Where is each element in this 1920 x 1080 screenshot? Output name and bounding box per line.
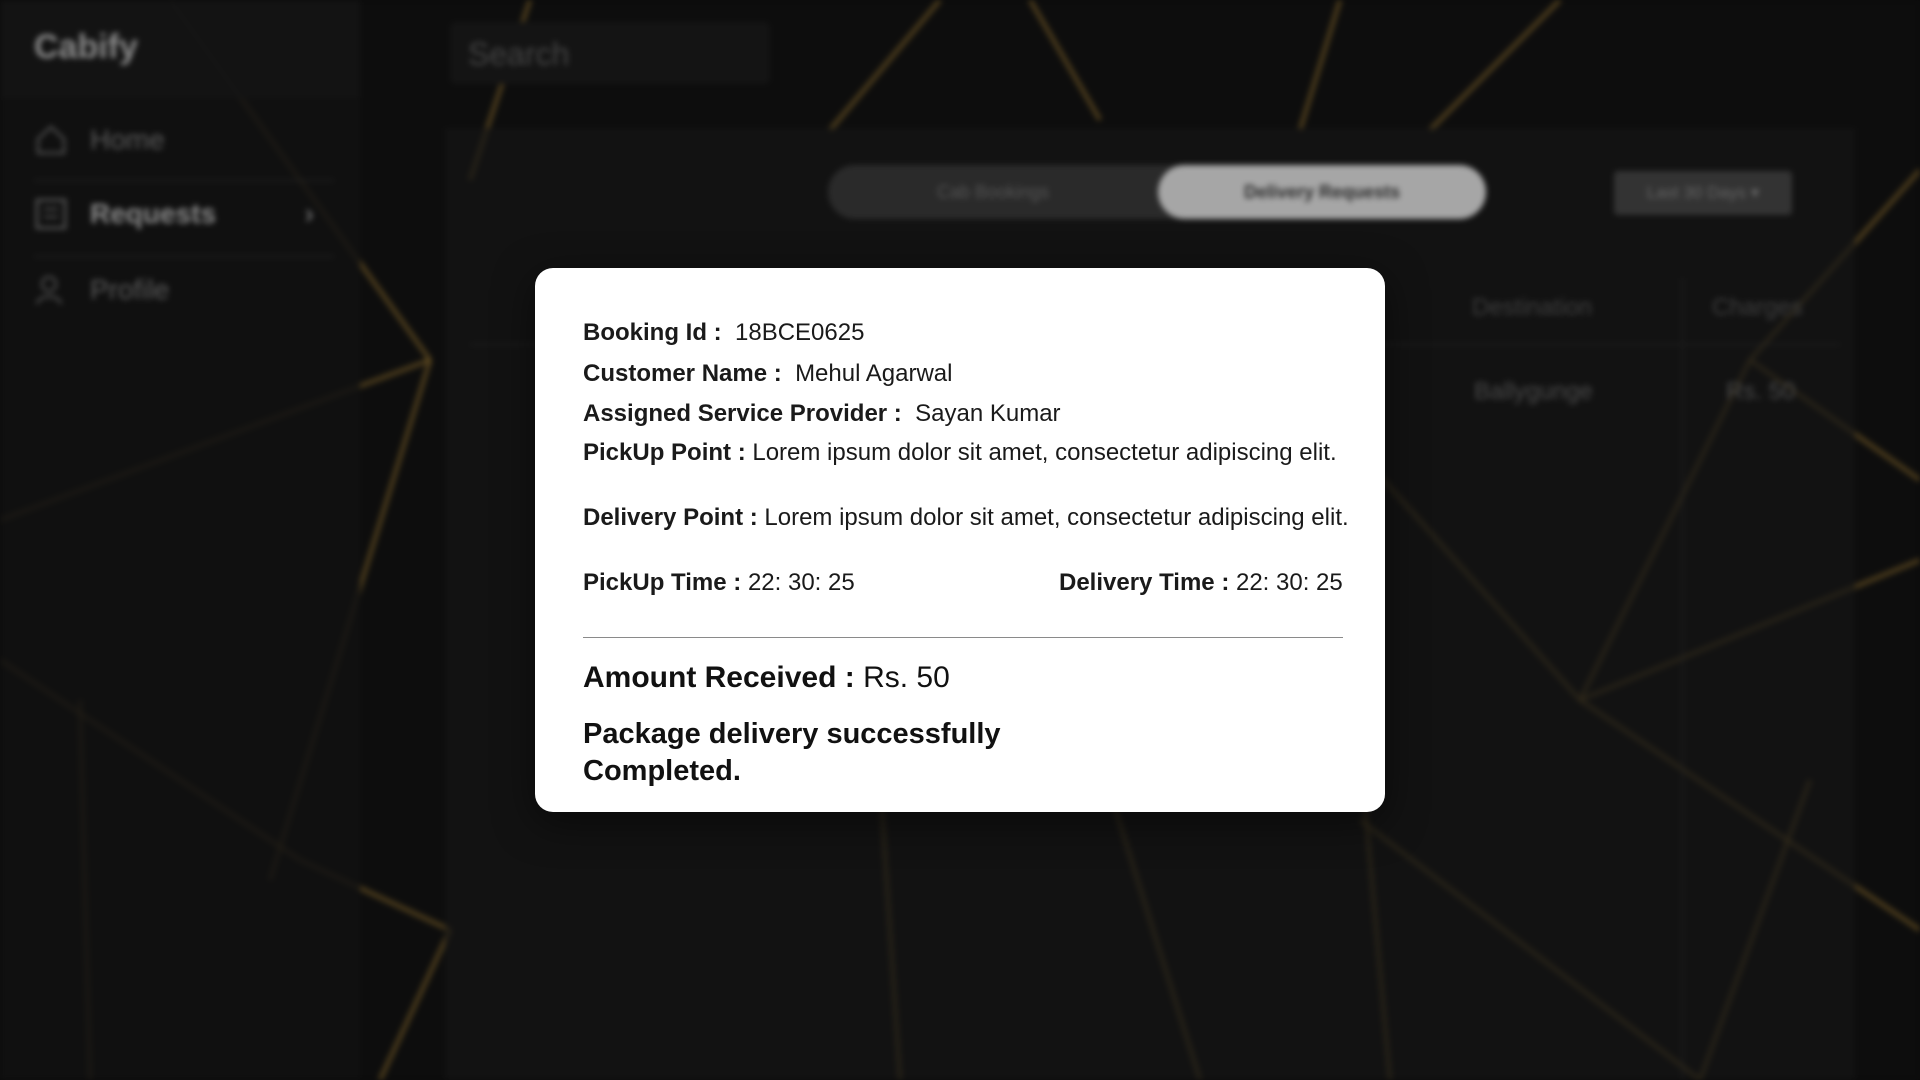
- pickup-point-value: Lorem ipsum dolor sit amet, consectetur …: [752, 439, 1337, 466]
- request-type-toggle: Cab Bookings Delivery Requests: [828, 165, 1486, 219]
- brand-logo: Cabify: [34, 28, 138, 66]
- booking-id-row: Booking Id : 18BCE0625: [583, 318, 864, 348]
- customer-name-label: Customer Name :: [583, 360, 782, 387]
- delivery-point-label: Delivery Point :: [583, 504, 758, 531]
- brand-bar: Cabify: [0, 0, 360, 98]
- sidebar-item-label: Requests: [90, 198, 217, 229]
- table-cell-destination: Ballygunge: [1474, 378, 1593, 405]
- customer-name-value: Mehul Agarwal: [795, 360, 953, 387]
- booking-id-value: 18BCE0625: [735, 319, 865, 346]
- pickup-point-label: PickUp Point :: [583, 439, 746, 466]
- sidebar: Cabify Home Requests › Profile: [0, 0, 360, 1080]
- sidebar-item-label: Profile: [90, 274, 170, 305]
- delivery-status-message: Package delivery successfully Completed.: [583, 718, 1001, 787]
- delivery-time-row: Delivery Time : 22: 30: 25: [1059, 568, 1343, 598]
- chevron-right-icon: ›: [304, 198, 314, 229]
- sidebar-item-home[interactable]: Home: [34, 110, 334, 170]
- search-placeholder: Search: [468, 36, 570, 72]
- delivery-point-value: Lorem ipsum dolor sit amet, consectetur …: [764, 504, 1349, 531]
- customer-name-row: Customer Name : Mehul Agarwal: [583, 359, 952, 389]
- column-header-charges: Charges: [1712, 294, 1803, 321]
- pickup-point-row: PickUp Point : Lorem ipsum dolor sit ame…: [583, 438, 1353, 468]
- sidebar-item-label: Home: [90, 124, 165, 155]
- sidebar-divider: [34, 180, 334, 181]
- service-provider-row: Assigned Service Provider : Sayan Kumar: [583, 399, 1061, 429]
- list-icon: [34, 197, 68, 231]
- search-input[interactable]: Search: [450, 22, 770, 84]
- delivery-point-row: Delivery Point : Lorem ipsum dolor sit a…: [583, 503, 1353, 533]
- amount-received-label: Amount Received :: [583, 661, 855, 694]
- modal-divider: [583, 637, 1343, 638]
- sidebar-item-requests[interactable]: Requests ›: [34, 184, 334, 244]
- booking-id-label: Booking Id :: [583, 319, 722, 346]
- user-icon: [34, 273, 68, 307]
- service-provider-label: Assigned Service Provider :: [583, 400, 902, 427]
- sidebar-item-profile[interactable]: Profile: [34, 260, 334, 320]
- date-filter-dropdown[interactable]: Last 30 Days ▾: [1614, 171, 1792, 215]
- home-icon: [34, 123, 68, 157]
- delivery-time-value: 22: 30: 25: [1235, 569, 1343, 596]
- delivery-time-label: Delivery Time :: [1059, 569, 1230, 596]
- sidebar-divider: [34, 256, 334, 257]
- service-provider-value: Sayan Kumar: [915, 400, 1061, 427]
- column-header-destination: Destination: [1472, 294, 1593, 321]
- table-cell-charges: Rs. 50: [1726, 378, 1796, 405]
- pickup-time-label: PickUp Time :: [583, 569, 742, 596]
- column-separator: [1682, 278, 1683, 1080]
- pickup-time-value: 22: 30: 25: [747, 569, 855, 596]
- amount-received-value: Rs. 50: [863, 661, 950, 694]
- tab-delivery-requests[interactable]: Delivery Requests: [1158, 165, 1486, 219]
- booking-details-modal: Booking Id : 18BCE0625 Customer Name : M…: [535, 268, 1385, 812]
- tab-cab-bookings[interactable]: Cab Bookings: [828, 165, 1158, 219]
- amount-received-row: Amount Received : Rs. 50: [583, 661, 950, 695]
- pickup-time-row: PickUp Time : 22: 30: 25: [583, 568, 855, 598]
